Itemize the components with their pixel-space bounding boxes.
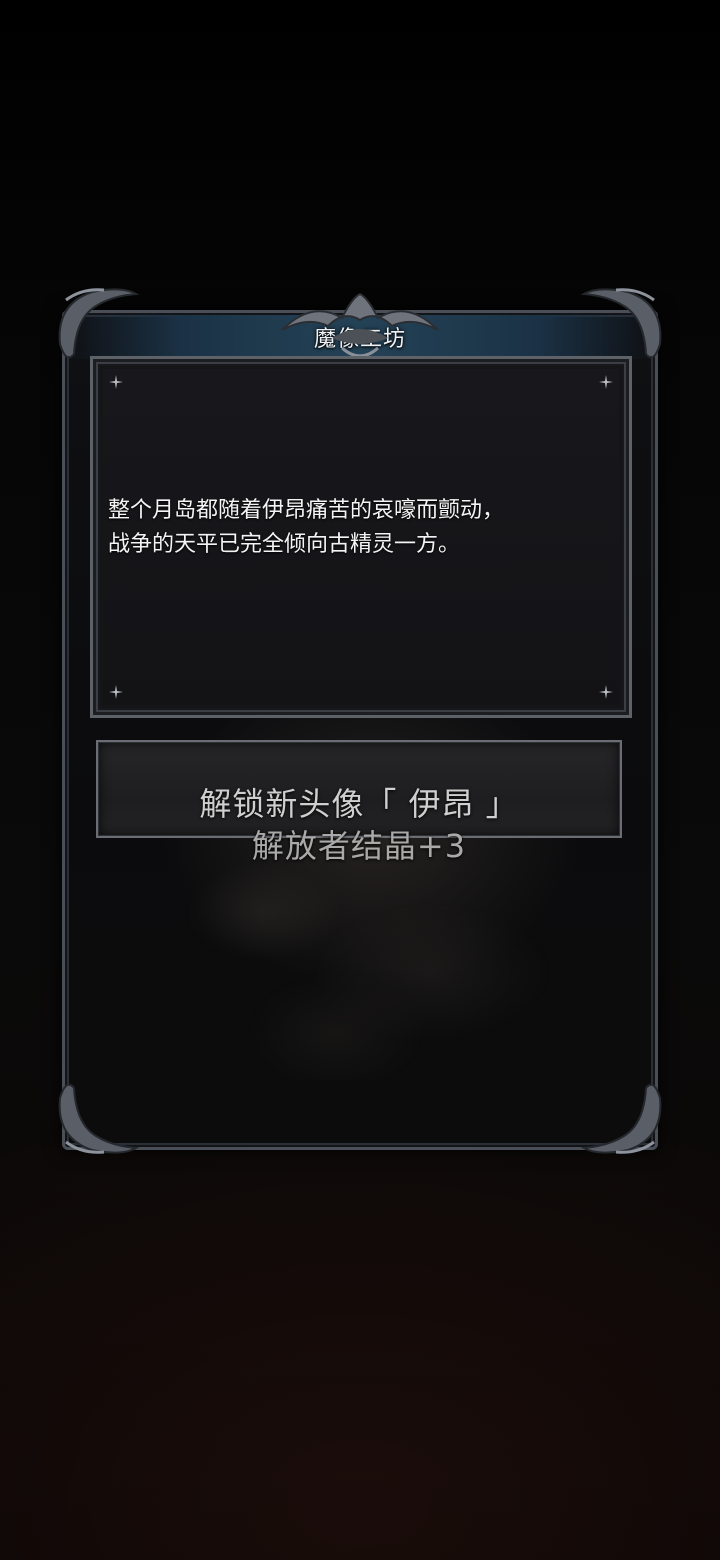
sparkle-icon xyxy=(109,685,123,699)
sparkle-icon xyxy=(109,375,123,389)
story-line: 战争的天平已完全倾向古精灵一方。 xyxy=(108,532,461,557)
story-text: 整个月岛都随着伊昂痛苦的哀嚎而颤动， 战争的天平已完全倾向古精灵一方。 xyxy=(108,494,608,562)
ornate-corner-icon xyxy=(580,1083,662,1154)
stone-texture xyxy=(120,840,600,1080)
sparkle-icon xyxy=(599,685,613,699)
ornate-corner-icon xyxy=(58,1083,140,1154)
reward-unlock-avatar: 解锁新头像「 伊昂 」 xyxy=(199,785,519,823)
story-line: 整个月岛都随着伊昂痛苦的哀嚎而颤动， xyxy=(108,498,505,523)
sparkle-icon xyxy=(599,375,613,389)
reward-crystal: 解放者结晶+3 xyxy=(251,827,467,865)
